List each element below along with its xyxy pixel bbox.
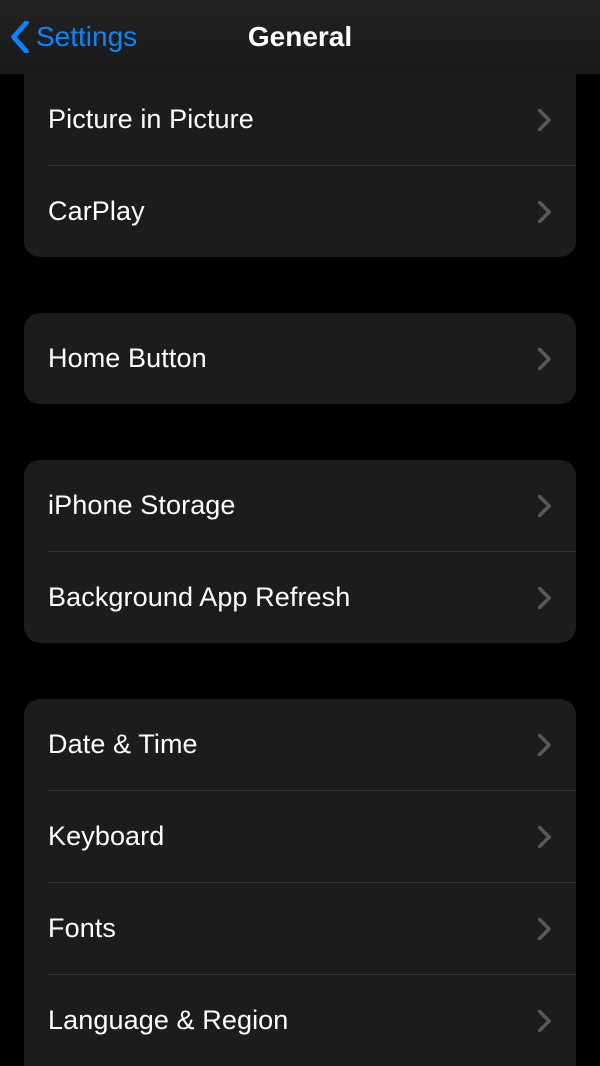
chevron-right-icon xyxy=(538,587,552,609)
settings-group: Home Button xyxy=(24,313,576,404)
chevron-right-icon xyxy=(538,109,552,131)
row-iphone-storage[interactable]: iPhone Storage xyxy=(24,460,576,551)
chevron-right-icon xyxy=(538,495,552,517)
chevron-right-icon xyxy=(538,1010,552,1032)
group-spacer xyxy=(24,257,576,313)
row-keyboard[interactable]: Keyboard xyxy=(24,791,576,882)
chevron-right-icon xyxy=(538,348,552,370)
group-spacer xyxy=(24,404,576,460)
row-fonts[interactable]: Fonts xyxy=(24,883,576,974)
navigation-bar: Settings General xyxy=(0,0,600,74)
chevron-right-icon xyxy=(538,201,552,223)
row-label: Home Button xyxy=(48,343,207,374)
chevron-right-icon xyxy=(538,734,552,756)
settings-content: Picture in Picture CarPlay Home Button i… xyxy=(0,74,600,1066)
settings-group: Date & Time Keyboard Fonts Language & Re… xyxy=(24,699,576,1066)
back-label: Settings xyxy=(36,21,137,53)
chevron-right-icon xyxy=(538,918,552,940)
row-label: Language & Region xyxy=(48,1005,288,1036)
row-background-app-refresh[interactable]: Background App Refresh xyxy=(24,552,576,643)
row-language-region[interactable]: Language & Region xyxy=(24,975,576,1066)
row-carplay[interactable]: CarPlay xyxy=(24,166,576,257)
row-label: iPhone Storage xyxy=(48,490,236,521)
row-label: Background App Refresh xyxy=(48,582,350,613)
back-button[interactable]: Settings xyxy=(10,21,137,53)
settings-group: iPhone Storage Background App Refresh xyxy=(24,460,576,643)
settings-group: Picture in Picture CarPlay xyxy=(24,74,576,257)
row-label: CarPlay xyxy=(48,196,145,227)
page-title: General xyxy=(248,21,352,53)
row-date-time[interactable]: Date & Time xyxy=(24,699,576,790)
chevron-right-icon xyxy=(538,826,552,848)
row-label: Keyboard xyxy=(48,821,164,852)
row-label: Picture in Picture xyxy=(48,104,254,135)
row-home-button[interactable]: Home Button xyxy=(24,313,576,404)
group-spacer xyxy=(24,643,576,699)
row-label: Fonts xyxy=(48,913,116,944)
row-label: Date & Time xyxy=(48,729,198,760)
chevron-left-icon xyxy=(10,21,30,53)
row-picture-in-picture[interactable]: Picture in Picture xyxy=(24,74,576,165)
